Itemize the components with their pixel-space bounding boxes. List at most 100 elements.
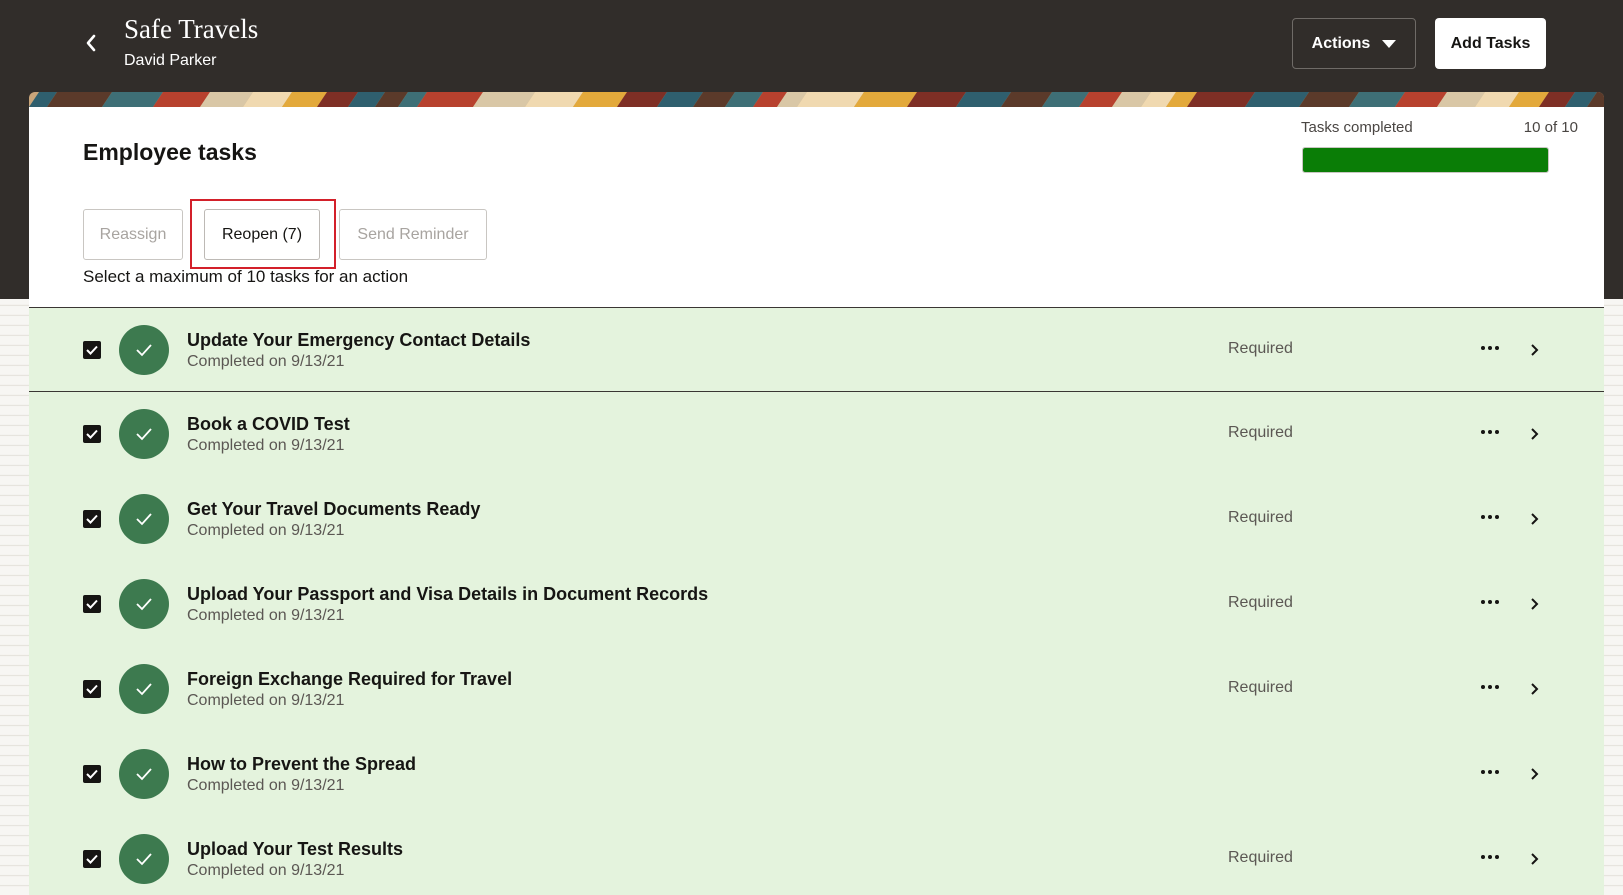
task-title[interactable]: Upload Your Passport and Visa Details in… bbox=[187, 584, 708, 605]
dot bbox=[1495, 685, 1499, 689]
open-task-button[interactable] bbox=[1523, 592, 1545, 616]
task-title[interactable]: Update Your Emergency Contact Details bbox=[187, 330, 530, 351]
task-required-tag: Required bbox=[1228, 509, 1293, 526]
task-row[interactable]: Upload Your Passport and Visa Details in… bbox=[29, 562, 1604, 647]
task-required-tag: Required bbox=[1228, 849, 1293, 866]
task-title[interactable]: Upload Your Test Results bbox=[187, 839, 403, 860]
task-checkbox[interactable] bbox=[83, 765, 101, 783]
task-checkbox[interactable] bbox=[83, 341, 101, 359]
more-options-button[interactable] bbox=[1475, 675, 1505, 699]
chevron-right-icon bbox=[1531, 683, 1539, 695]
more-options-button[interactable] bbox=[1475, 845, 1505, 869]
task-checkbox[interactable] bbox=[83, 680, 101, 698]
progress-bar bbox=[1302, 147, 1549, 173]
selection-hint: Select a maximum of 10 tasks for an acti… bbox=[83, 267, 409, 286]
chevron-right-icon bbox=[1531, 768, 1539, 780]
more-options-button[interactable] bbox=[1475, 590, 1505, 614]
check-icon bbox=[136, 768, 152, 781]
chevron-right-icon bbox=[1531, 513, 1539, 525]
completed-status-icon bbox=[119, 579, 169, 629]
checkmark-icon bbox=[86, 345, 98, 355]
more-options-button[interactable] bbox=[1475, 505, 1505, 529]
task-row[interactable]: Upload Your Test Results Completed on 9/… bbox=[29, 817, 1604, 895]
dot bbox=[1481, 770, 1485, 774]
task-row[interactable]: How to Prevent the Spread Completed on 9… bbox=[29, 732, 1604, 817]
open-task-button[interactable] bbox=[1523, 507, 1545, 531]
chevron-right-icon bbox=[1531, 428, 1539, 440]
dot bbox=[1481, 685, 1485, 689]
open-task-button[interactable] bbox=[1523, 677, 1545, 701]
task-required-tag: Required bbox=[1228, 679, 1293, 696]
task-completed-date: Completed on 9/13/21 bbox=[187, 607, 345, 624]
task-row[interactable]: Get Your Travel Documents Ready Complete… bbox=[29, 477, 1604, 562]
completed-status-icon bbox=[119, 749, 169, 799]
task-row[interactable]: Book a COVID Test Completed on 9/13/21 R… bbox=[29, 392, 1604, 477]
checkmark-icon bbox=[86, 514, 98, 524]
chevron-left-icon bbox=[86, 34, 96, 52]
task-completed-date: Completed on 9/13/21 bbox=[187, 522, 345, 539]
task-checkbox[interactable] bbox=[83, 510, 101, 528]
dot bbox=[1488, 346, 1492, 350]
progress-bar-fill bbox=[1303, 148, 1548, 172]
task-completed-date: Completed on 9/13/21 bbox=[187, 862, 345, 879]
progress-count: 10 of 10 bbox=[1523, 119, 1578, 136]
task-completed-date: Completed on 9/13/21 bbox=[187, 692, 345, 709]
dot bbox=[1481, 515, 1485, 519]
reassign-button[interactable]: Reassign bbox=[83, 209, 183, 260]
completed-status-icon bbox=[119, 834, 169, 884]
back-button[interactable] bbox=[78, 28, 104, 58]
completed-status-icon bbox=[119, 325, 169, 375]
dot bbox=[1488, 515, 1492, 519]
decorative-banner bbox=[29, 92, 1604, 107]
dot bbox=[1495, 770, 1499, 774]
completed-status-icon bbox=[119, 664, 169, 714]
add-tasks-button[interactable]: Add Tasks bbox=[1435, 18, 1546, 69]
checkmark-icon bbox=[86, 769, 98, 779]
check-icon bbox=[136, 513, 152, 526]
dot bbox=[1488, 430, 1492, 434]
task-checkbox[interactable] bbox=[83, 425, 101, 443]
completed-status-icon bbox=[119, 494, 169, 544]
open-task-button[interactable] bbox=[1523, 338, 1545, 362]
tasks-card: Employee tasks Tasks completed 10 of 10 … bbox=[29, 107, 1604, 895]
chevron-right-icon bbox=[1531, 598, 1539, 610]
task-checkbox[interactable] bbox=[83, 595, 101, 613]
task-row[interactable]: Update Your Emergency Contact Details Co… bbox=[29, 308, 1604, 392]
send-reminder-button[interactable]: Send Reminder bbox=[339, 209, 487, 260]
task-title[interactable]: Book a COVID Test bbox=[187, 414, 350, 435]
checkmark-icon bbox=[86, 854, 98, 864]
check-icon bbox=[136, 683, 152, 696]
task-required-tag: Required bbox=[1228, 340, 1293, 357]
section-title: Employee tasks bbox=[83, 139, 257, 165]
dot bbox=[1481, 346, 1485, 350]
open-task-button[interactable] bbox=[1523, 422, 1545, 446]
page-subtitle: David Parker bbox=[124, 52, 217, 69]
dot bbox=[1495, 600, 1499, 604]
dot bbox=[1495, 515, 1499, 519]
more-options-button[interactable] bbox=[1475, 336, 1505, 360]
chevron-right-icon bbox=[1531, 853, 1539, 865]
page-title: Safe Travels bbox=[124, 14, 259, 44]
more-options-button[interactable] bbox=[1475, 420, 1505, 444]
check-icon bbox=[136, 598, 152, 611]
dot bbox=[1495, 855, 1499, 859]
highlight-box bbox=[190, 199, 336, 269]
checkmark-icon bbox=[86, 599, 98, 609]
actions-button-label: Actions bbox=[1311, 34, 1371, 52]
task-checkbox[interactable] bbox=[83, 850, 101, 868]
dot bbox=[1488, 855, 1492, 859]
caret-down-icon bbox=[1382, 39, 1397, 48]
open-task-button[interactable] bbox=[1523, 847, 1545, 871]
dot bbox=[1488, 600, 1492, 604]
task-row[interactable]: Foreign Exchange Required for Travel Com… bbox=[29, 647, 1604, 732]
task-completed-date: Completed on 9/13/21 bbox=[187, 353, 345, 370]
completed-status-icon bbox=[119, 409, 169, 459]
task-title[interactable]: How to Prevent the Spread bbox=[187, 754, 416, 775]
checkmark-icon bbox=[86, 684, 98, 694]
more-options-button[interactable] bbox=[1475, 760, 1505, 784]
task-title[interactable]: Foreign Exchange Required for Travel bbox=[187, 669, 512, 690]
open-task-button[interactable] bbox=[1523, 762, 1545, 786]
task-title[interactable]: Get Your Travel Documents Ready bbox=[187, 499, 480, 520]
actions-button[interactable]: Actions bbox=[1292, 18, 1416, 69]
check-icon bbox=[136, 853, 152, 866]
